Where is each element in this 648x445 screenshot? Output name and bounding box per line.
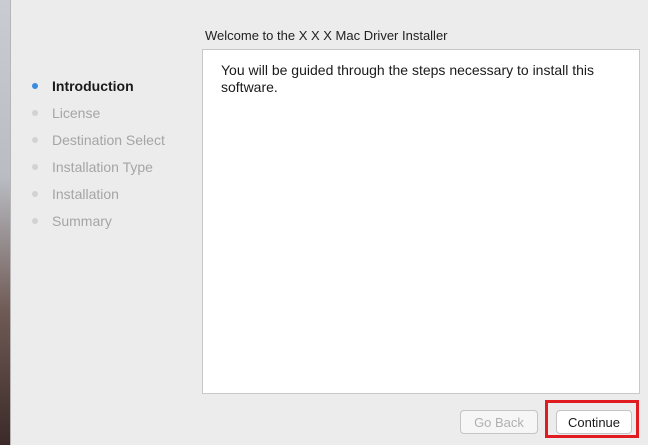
step-label: Introduction <box>52 77 134 94</box>
step-destination-select: Destination Select <box>32 126 165 153</box>
installer-steps-list: Introduction License Destination Select … <box>32 72 165 234</box>
step-summary: Summary <box>32 207 165 234</box>
step-dot-icon <box>32 217 38 224</box>
window-edge-divider <box>10 0 11 445</box>
step-installation: Installation <box>32 180 165 207</box>
introduction-text: You will be guided through the steps nec… <box>221 62 595 95</box>
step-dot-icon <box>32 82 38 89</box>
installer-title: Welcome to the X X X Mac Driver Installe… <box>205 28 448 43</box>
window-edge-background <box>0 0 10 445</box>
step-dot-icon <box>32 163 38 170</box>
step-label: Installation <box>52 185 119 202</box>
step-dot-icon <box>32 136 38 143</box>
step-license: License <box>32 99 165 126</box>
step-label: Summary <box>52 212 112 229</box>
content-panel: You will be guided through the steps nec… <box>202 49 640 394</box>
step-dot-icon <box>32 190 38 197</box>
step-introduction: Introduction <box>32 72 165 99</box>
continue-highlight-box <box>545 400 639 438</box>
step-label: Installation Type <box>52 158 153 175</box>
installer-window: Welcome to the X X X Mac Driver Installe… <box>0 0 648 445</box>
step-installation-type: Installation Type <box>32 153 165 180</box>
step-label: Destination Select <box>52 131 165 148</box>
step-label: License <box>52 104 101 121</box>
step-dot-icon <box>32 109 38 116</box>
go-back-button[interactable]: Go Back <box>460 410 538 434</box>
